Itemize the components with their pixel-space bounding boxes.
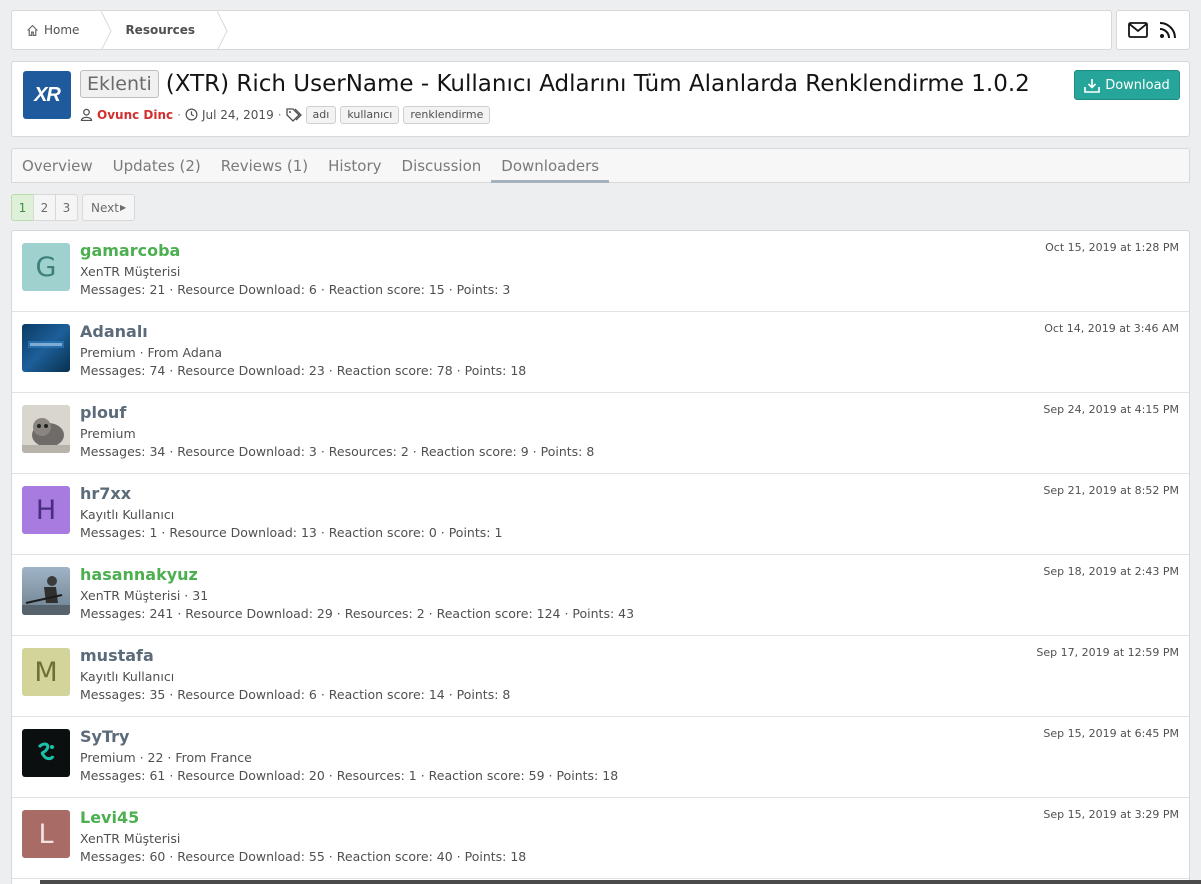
avatar[interactable]: M: [22, 648, 70, 696]
username-link[interactable]: gamarcoba: [80, 241, 180, 260]
resource-date[interactable]: Jul 24, 2019: [202, 108, 274, 122]
resource-tabs: Overview Updates (2) Reviews (1) History…: [11, 148, 1190, 183]
download-button-label: Download: [1105, 77, 1170, 93]
avatar[interactable]: [22, 729, 70, 777]
username-link[interactable]: Adanalı: [80, 322, 148, 341]
download-date: Sep 15, 2019 at 6:45 PM: [1043, 727, 1179, 740]
page-2-button[interactable]: 2: [33, 194, 56, 221]
tab-downloaders[interactable]: Downloaders: [491, 149, 609, 183]
user-title: Premium · 22 · From France: [80, 750, 252, 765]
breadcrumb-home-label: Home: [44, 23, 80, 37]
download-date: Sep 24, 2019 at 4:15 PM: [1043, 403, 1179, 416]
tag[interactable]: renklendirme: [403, 106, 491, 124]
user-icon: [80, 108, 94, 122]
list-item: plouf Premium Messages: 34 · Resource Do…: [12, 393, 1189, 474]
list-item: M mustafa Kayıtlı Kullanıcı Messages: 35…: [12, 636, 1189, 717]
home-icon: [26, 24, 39, 37]
download-button[interactable]: Download: [1074, 70, 1180, 100]
user-stats: Messages: 241 · Resource Download: 29 · …: [80, 606, 635, 621]
username-link[interactable]: Levi45: [80, 808, 139, 827]
list-item: G gamarcoba XenTR Müşterisi Messages: 21…: [12, 231, 1189, 312]
user-stats: Messages: 34 · Resource Download: 3 · Re…: [80, 444, 595, 459]
user-title: XenTR Müşterisi: [80, 264, 181, 279]
tab-discussion[interactable]: Discussion: [392, 149, 492, 182]
resource-prefix-label[interactable]: Eklenti: [80, 70, 159, 98]
list-item: SyTry Premium · 22 · From France Message…: [12, 717, 1189, 798]
meta-separator: ·: [177, 108, 181, 122]
resource-header: XR Eklenti (XTR) Rich UserName - Kullanı…: [11, 61, 1190, 137]
download-icon: [1084, 78, 1100, 93]
downloaders-list: G gamarcoba XenTR Müşterisi Messages: 21…: [11, 230, 1190, 884]
rss-icon[interactable]: [1157, 19, 1179, 41]
user-title: Kayıtlı Kullanıcı: [80, 507, 175, 522]
user-stats: Messages: 60 · Resource Download: 55 · R…: [80, 849, 527, 864]
user-title: Premium: [80, 426, 136, 441]
list-item: L Levi45 XenTR Müşterisi Messages: 60 · …: [12, 798, 1189, 879]
avatar[interactable]: G: [22, 243, 70, 291]
username-link[interactable]: SyTry: [80, 727, 129, 746]
avatar[interactable]: [22, 567, 70, 615]
meta-separator: ·: [277, 108, 282, 122]
user-title: Premium · From Adana: [80, 345, 222, 360]
avatar[interactable]: [22, 405, 70, 453]
avatar[interactable]: H: [22, 486, 70, 534]
window-scrollbar[interactable]: [40, 880, 1201, 884]
username-link[interactable]: hasannakyuz: [80, 565, 198, 584]
page-1-button[interactable]: 1: [11, 194, 34, 221]
user-stats: Messages: 1 · Resource Download: 13 · Re…: [80, 525, 503, 540]
pagination: 1 2 3 Next ▶: [11, 194, 136, 221]
list-item: hasannakyuz XenTR Müşterisi · 31 Message…: [12, 555, 1189, 636]
download-date: Sep 17, 2019 at 12:59 PM: [1036, 646, 1179, 659]
breadcrumb-separator: [101, 11, 113, 49]
list-item: H hr7xx Kayıtlı Kullanıcı Messages: 1 · …: [12, 474, 1189, 555]
caret-right-icon: ▶: [119, 203, 127, 212]
page-3-button[interactable]: 3: [55, 194, 78, 221]
user-title: XenTR Müşterisi · 31: [80, 588, 209, 603]
username-link[interactable]: hr7xx: [80, 484, 131, 503]
username-link[interactable]: plouf: [80, 403, 126, 422]
list-item: Adanalı Premium · From Adana Messages: 7…: [12, 312, 1189, 393]
user-stats: Messages: 74 · Resource Download: 23 · R…: [80, 363, 527, 378]
resource-logo: XR: [23, 71, 71, 119]
tab-reviews[interactable]: Reviews (1): [211, 149, 318, 182]
breadcrumb-home[interactable]: Home: [12, 11, 101, 49]
avatar[interactable]: [22, 324, 70, 372]
breadcrumb-separator: [217, 11, 229, 49]
header-actions: [1116, 10, 1190, 50]
download-date: Sep 15, 2019 at 3:29 PM: [1043, 808, 1179, 821]
user-stats: Messages: 35 · Resource Download: 6 · Re…: [80, 687, 511, 702]
download-date: Oct 14, 2019 at 3:46 AM: [1044, 322, 1179, 335]
tab-history[interactable]: History: [318, 149, 391, 182]
envelope-icon[interactable]: [1127, 19, 1149, 41]
tab-overview[interactable]: Overview: [12, 149, 103, 182]
breadcrumb-resources[interactable]: Resources: [113, 11, 217, 49]
tag[interactable]: kullanıcı: [340, 106, 400, 124]
next-page-button[interactable]: Next ▶: [82, 194, 136, 221]
next-page-label: Next: [91, 200, 119, 215]
resource-title-text: (XTR) Rich UserName - Kullanıcı Adlarını…: [165, 71, 1030, 97]
resource-title: Eklenti (XTR) Rich UserName - Kullanıcı …: [80, 70, 1030, 98]
download-date: Sep 18, 2019 at 2:43 PM: [1043, 565, 1179, 578]
resource-author[interactable]: Ovunc Dinc: [97, 108, 173, 122]
clock-icon: [185, 108, 199, 122]
download-date: Sep 21, 2019 at 8:52 PM: [1043, 484, 1179, 497]
tab-updates[interactable]: Updates (2): [103, 149, 211, 182]
user-title: XenTR Müşterisi: [80, 831, 181, 846]
user-stats: Messages: 61 · Resource Download: 20 · R…: [80, 768, 619, 783]
avatar[interactable]: L: [22, 810, 70, 858]
tag[interactable]: adı: [305, 106, 337, 124]
username-link[interactable]: mustafa: [80, 646, 154, 665]
download-date: Oct 15, 2019 at 1:28 PM: [1045, 241, 1179, 254]
breadcrumb: Home Resources: [11, 10, 1112, 50]
user-stats: Messages: 21 · Resource Download: 6 · Re…: [80, 282, 511, 297]
tags-icon: [285, 108, 303, 122]
resource-meta: Ovunc Dinc · Jul 24, 2019 · adı kullanıc…: [80, 106, 494, 124]
user-title: Kayıtlı Kullanıcı: [80, 669, 175, 684]
